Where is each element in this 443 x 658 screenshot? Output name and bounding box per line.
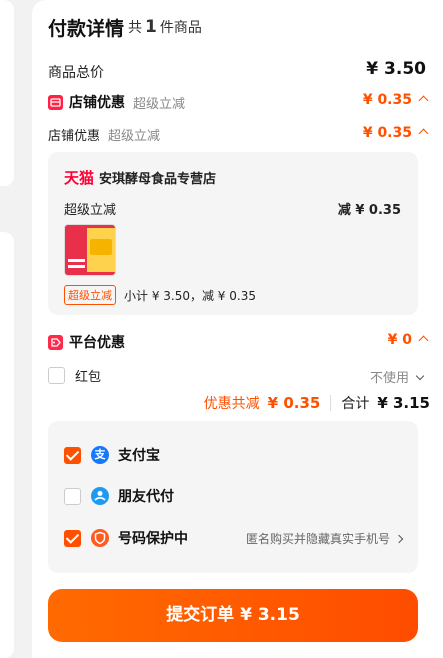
background-card-left-top	[0, 0, 14, 186]
shield-icon	[91, 529, 109, 547]
alipay-option[interactable]: 支 支付宝	[64, 445, 160, 465]
sum-label: 合计	[341, 396, 370, 412]
friend-pay-label: 朋友代付	[118, 489, 174, 505]
item-count: 共 1 件商品	[128, 17, 202, 37]
platform-discount-value[interactable]: ¥ 0	[388, 332, 429, 348]
subtotal-row: 超级立减 小计 ¥ 3.50，减 ¥ 0.35	[64, 285, 256, 305]
chevron-down-icon	[415, 371, 425, 381]
promo-label: 超级立减	[64, 203, 117, 218]
friend-pay-checkbox[interactable]	[64, 487, 81, 505]
payment-details-card: 付款详情 共 1 件商品 商品总价 ¥ 3.50 店铺优惠 超级立减 ¥ 0.35 …	[32, 0, 443, 658]
chevron-up-icon	[418, 335, 429, 346]
store-discount-detail-value[interactable]: ¥ 0.35	[363, 125, 429, 141]
privacy-option[interactable]: 号码保护中	[64, 528, 188, 548]
red-packet-row[interactable]: 红包	[48, 366, 101, 385]
promo-value: 减 ¥ 0.35	[337, 203, 401, 218]
platform-discount-row[interactable]: 平台优惠	[48, 332, 125, 352]
store-discount-label: 店铺优惠	[69, 95, 125, 111]
subtotal-text: 小计 ¥ 3.50，减 ¥ 0.35	[124, 288, 256, 303]
friend-pay-option[interactable]: 朋友代付	[64, 486, 174, 506]
total-price-label: 商品总价	[48, 65, 104, 81]
alipay-icon: 支	[91, 446, 109, 464]
privacy-label: 号码保护中	[118, 531, 188, 547]
store-section: 天猫 安琪酵母食品专营店 超级立减 减 ¥ 0.35 超级立减 小计 ¥ 3.5…	[48, 152, 418, 315]
platform-discount-label: 平台优惠	[69, 335, 125, 351]
chevron-right-icon	[394, 534, 404, 544]
store-discount-detail: 店铺优惠 超级立减	[48, 129, 161, 144]
chevron-up-icon	[418, 95, 429, 106]
tmall-logo: 天猫	[64, 169, 95, 187]
alipay-label: 支付宝	[118, 448, 160, 464]
red-packet-checkbox[interactable]	[48, 367, 65, 384]
submit-order-button[interactable]: 提交订单 ¥ 3.15	[48, 589, 418, 642]
saved-label: 优惠共减	[203, 396, 260, 412]
friend-pay-icon	[91, 487, 109, 505]
page-title: 付款详情	[48, 18, 125, 40]
privacy-desc-link[interactable]: 匿名购买并隐藏真实手机号	[246, 530, 404, 547]
store-discount-sub: 超级立减	[133, 96, 186, 112]
tag-icon	[48, 334, 63, 350]
saved-value: ¥ 0.35	[267, 394, 321, 412]
sum-value: ¥ 3.15	[377, 394, 430, 412]
background-card-left-bottom	[0, 232, 14, 658]
payment-methods: 支 支付宝 朋友代付 号码保护中 匿名购买并隐藏真实手机号	[48, 421, 418, 573]
store-discount-value[interactable]: ¥ 0.35	[363, 92, 429, 108]
privacy-checkbox[interactable]	[64, 529, 81, 547]
alipay-checkbox[interactable]	[64, 446, 81, 464]
red-packet-label: 红包	[75, 370, 102, 385]
chevron-up-icon	[418, 128, 429, 139]
product-thumbnail[interactable]	[64, 224, 116, 276]
total-price-value: ¥ 3.50	[366, 59, 426, 79]
store-discount-row[interactable]: 店铺优惠 超级立减	[48, 92, 185, 112]
divider	[330, 395, 332, 411]
promo-tag: 超级立减	[64, 285, 116, 305]
store-coupon-icon	[48, 94, 63, 110]
totals-row: 优惠共减 ¥ 0.35 合计 ¥ 3.15	[204, 393, 430, 413]
store-name: 安琪酵母食品专营店	[99, 172, 217, 187]
red-packet-select[interactable]: 不使用	[370, 367, 425, 386]
store-header[interactable]: 天猫 安琪酵母食品专营店	[64, 167, 216, 188]
